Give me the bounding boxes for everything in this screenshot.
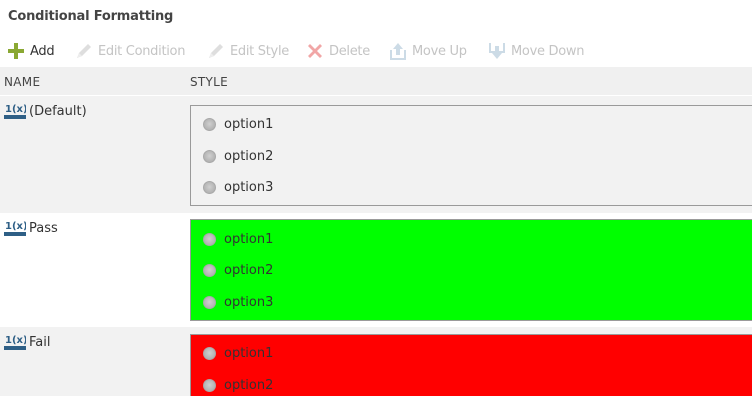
radio-label: option1 bbox=[224, 117, 274, 132]
condition-name-cell: 1(x) Fail bbox=[4, 333, 50, 351]
radio-option[interactable]: option2 bbox=[203, 149, 273, 164]
radio-label: option2 bbox=[224, 378, 274, 393]
edit-condition-label: Edit Condition bbox=[98, 43, 186, 59]
radio-option[interactable]: option2 bbox=[203, 263, 273, 278]
move-down-icon bbox=[489, 43, 505, 59]
plus-icon bbox=[8, 43, 24, 59]
move-down-button[interactable]: Move Down bbox=[487, 38, 584, 64]
style-preview[interactable]: option1 option2 option3 bbox=[190, 219, 752, 321]
radio-option[interactable]: option1 bbox=[203, 232, 273, 247]
radio-label: option2 bbox=[224, 263, 274, 278]
condition-name: Fail bbox=[29, 334, 51, 350]
condition-row-default[interactable]: 1(x) (Default) option1 option2 option3 bbox=[0, 96, 752, 213]
panel-title: Conditional Formatting bbox=[8, 9, 174, 24]
x-delete-icon bbox=[308, 44, 322, 58]
radio-button[interactable] bbox=[203, 296, 216, 309]
radio-label: option3 bbox=[224, 180, 274, 195]
edit-style-button[interactable]: Edit Style bbox=[206, 38, 289, 64]
move-up-icon bbox=[390, 43, 406, 60]
condition-row-fail[interactable]: 1(x) Fail option1 option2 bbox=[0, 327, 752, 396]
move-up-button[interactable]: Move Up bbox=[388, 38, 467, 64]
delete-label: Delete bbox=[329, 43, 370, 59]
style-preview[interactable]: option1 option2 bbox=[190, 334, 752, 396]
radio-label: option1 bbox=[224, 346, 274, 361]
svg-text:1(x): 1(x) bbox=[5, 335, 26, 346]
svg-text:1(x): 1(x) bbox=[5, 221, 26, 232]
radio-button[interactable] bbox=[203, 347, 216, 360]
radio-option[interactable]: option1 bbox=[203, 346, 273, 361]
radio-button[interactable] bbox=[203, 264, 216, 277]
condition-name: (Default) bbox=[29, 103, 87, 119]
condition-row-pass[interactable]: 1(x) Pass option1 option2 option3 bbox=[0, 213, 752, 327]
add-label: Add bbox=[30, 43, 55, 59]
toolbar: Add Edit Condition Edit Style Delete Mov… bbox=[0, 38, 752, 64]
radio-option[interactable]: option2 bbox=[203, 378, 273, 393]
condition-name: Pass bbox=[29, 220, 58, 236]
radio-button[interactable] bbox=[203, 379, 216, 392]
style-preview[interactable]: option1 option2 option3 bbox=[190, 105, 752, 206]
function-icon: 1(x) bbox=[4, 104, 26, 119]
add-button[interactable]: Add bbox=[6, 38, 55, 64]
radio-button[interactable] bbox=[203, 181, 216, 194]
name-column-header[interactable]: NAME bbox=[4, 75, 40, 89]
radio-option[interactable]: option3 bbox=[203, 295, 273, 310]
column-header: NAME STYLE bbox=[0, 67, 752, 95]
radio-option[interactable]: option1 bbox=[203, 117, 273, 132]
radio-label: option2 bbox=[224, 149, 274, 164]
radio-button[interactable] bbox=[203, 233, 216, 246]
move-up-label: Move Up bbox=[412, 43, 467, 59]
delete-button[interactable]: Delete bbox=[305, 38, 370, 64]
radio-option[interactable]: option3 bbox=[203, 180, 273, 195]
pencil-icon bbox=[77, 44, 91, 58]
edit-condition-button[interactable]: Edit Condition bbox=[74, 38, 185, 64]
style-column-header[interactable]: STYLE bbox=[190, 75, 228, 89]
conditional-formatting-panel: Conditional Formatting Add Edit Conditio… bbox=[0, 0, 752, 396]
move-down-label: Move Down bbox=[511, 43, 585, 59]
condition-name-cell: 1(x) Pass bbox=[4, 219, 58, 237]
radio-button[interactable] bbox=[203, 118, 216, 131]
edit-style-label: Edit Style bbox=[230, 43, 289, 59]
pencil-icon bbox=[209, 44, 223, 58]
function-icon: 1(x) bbox=[4, 335, 26, 350]
condition-name-cell: 1(x) (Default) bbox=[4, 102, 87, 120]
svg-text:1(x): 1(x) bbox=[5, 104, 26, 115]
radio-label: option1 bbox=[224, 232, 274, 247]
radio-label: option3 bbox=[224, 295, 274, 310]
radio-button[interactable] bbox=[203, 150, 216, 163]
function-icon: 1(x) bbox=[4, 221, 26, 236]
